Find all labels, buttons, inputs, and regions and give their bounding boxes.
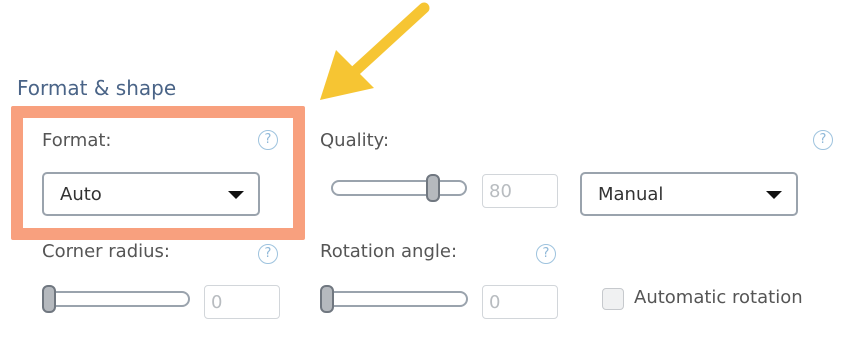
quality-slider[interactable] bbox=[331, 180, 467, 196]
automatic-rotation-label: Automatic rotation bbox=[634, 287, 803, 308]
rotation-angle-input[interactable]: 0 bbox=[482, 285, 558, 319]
corner-radius-input[interactable]: 0 bbox=[204, 285, 280, 319]
quality-label: Quality: bbox=[320, 130, 390, 151]
corner-radius-label: Corner radius: bbox=[42, 241, 170, 262]
automatic-rotation-checkbox[interactable] bbox=[602, 288, 624, 310]
quality-input[interactable]: 80 bbox=[482, 174, 558, 208]
annotation-arrow-icon bbox=[320, 2, 430, 100]
corner-radius-slider[interactable] bbox=[42, 291, 190, 307]
section-title: Format & shape bbox=[17, 76, 177, 100]
quality-help-icon[interactable]: ? bbox=[813, 130, 833, 150]
corner-radius-help-icon[interactable]: ? bbox=[258, 244, 278, 264]
rotation-angle-help-icon[interactable]: ? bbox=[536, 244, 556, 264]
quality-slider-thumb[interactable] bbox=[426, 174, 440, 202]
quality-mode-select[interactable]: Manual bbox=[580, 172, 798, 216]
quality-mode-value: Manual bbox=[598, 183, 664, 205]
highlight-box bbox=[11, 106, 305, 240]
corner-radius-slider-thumb[interactable] bbox=[42, 285, 56, 313]
rotation-angle-slider[interactable] bbox=[320, 291, 468, 307]
caret-down-icon bbox=[766, 191, 782, 199]
rotation-angle-slider-thumb[interactable] bbox=[320, 285, 334, 313]
rotation-angle-label: Rotation angle: bbox=[320, 241, 458, 262]
